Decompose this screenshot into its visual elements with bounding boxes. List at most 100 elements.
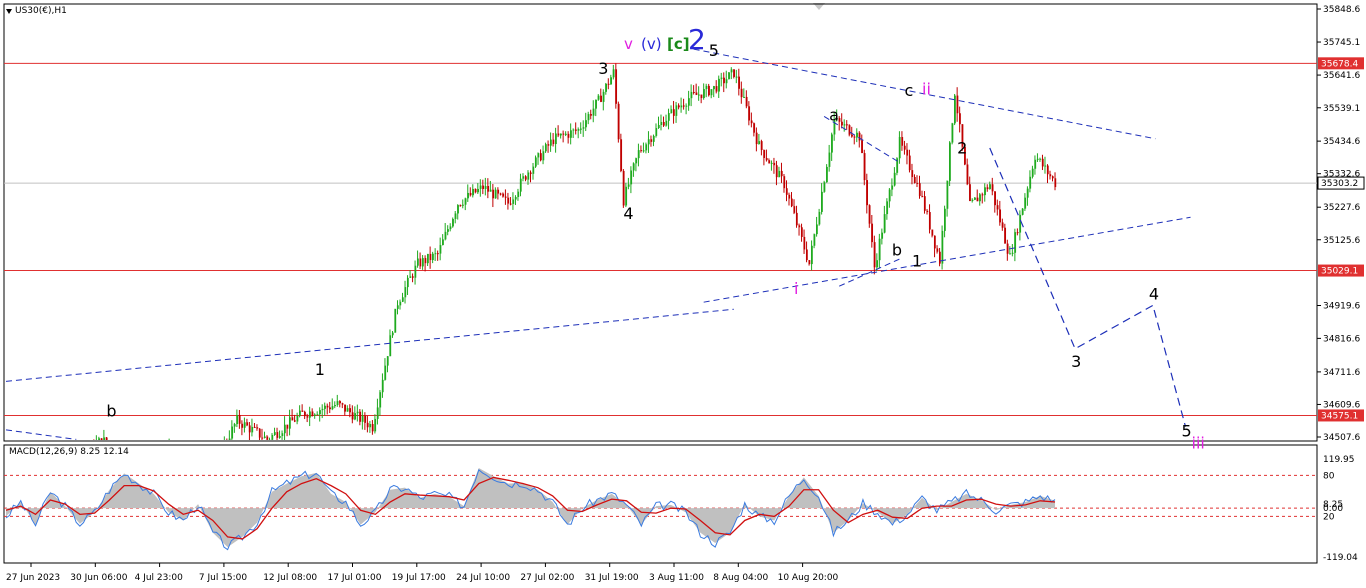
- candle-body: [713, 86, 715, 90]
- candle-body: [542, 151, 545, 161]
- candle-body: [502, 193, 505, 197]
- candle-body: [351, 412, 354, 420]
- candle-body: [371, 424, 374, 432]
- chart-canvas[interactable]: 345iii345abc iii121bv (v) [c]235848.635745.…: [0, 0, 1366, 588]
- candle-body: [427, 253, 429, 264]
- candle-body: [560, 133, 562, 136]
- candle-body: [20, 467, 22, 472]
- candle-body: [735, 76, 738, 78]
- wave-label-2: 5: [709, 41, 719, 60]
- candle-body: [316, 414, 319, 416]
- candle-body: [748, 106, 751, 121]
- candle-body: [770, 162, 773, 164]
- candle-body: [151, 455, 153, 460]
- candle-body: [58, 463, 60, 470]
- price-tick-11: 34609.6: [1323, 400, 1360, 410]
- candle-body: [805, 249, 808, 261]
- candle-body: [204, 469, 206, 479]
- candle-body: [888, 189, 891, 202]
- candle-body: [376, 407, 379, 419]
- price-tick-1: 35745.1: [1323, 38, 1360, 48]
- candle-body: [562, 133, 565, 135]
- candle-body: [585, 120, 587, 128]
- candle-body: [329, 407, 331, 410]
- candle-body: [306, 416, 309, 418]
- candle-body: [251, 426, 254, 433]
- candle-body: [283, 424, 286, 434]
- candle-body: [893, 172, 896, 186]
- top-label-2: [c]: [667, 35, 690, 53]
- candle-body: [146, 461, 148, 462]
- candle-body: [189, 458, 191, 465]
- candle-body: [552, 139, 555, 145]
- candle-body: [617, 103, 620, 140]
- candle-body: [381, 379, 384, 393]
- candle-body: [216, 454, 218, 463]
- candle-body: [949, 142, 951, 181]
- candle-body: [883, 214, 886, 233]
- candle-body: [263, 436, 266, 438]
- candle-body: [723, 77, 725, 84]
- time-tick-3: 7 Jul 15:00: [199, 573, 248, 583]
- candle-body: [271, 434, 274, 440]
- main-panel-frame: [3, 3, 1318, 442]
- price-tick-7: 35125.6: [1323, 236, 1360, 246]
- time-tick-1: 30 Jun 06:00: [70, 573, 127, 583]
- candle-body: [389, 335, 392, 357]
- candle-body: [38, 457, 40, 458]
- candle-body: [429, 253, 432, 261]
- candle-body: [979, 194, 981, 202]
- candle-body: [926, 210, 929, 213]
- candle-body: [705, 85, 708, 90]
- candle-body: [1046, 165, 1049, 175]
- candle-body: [580, 128, 582, 130]
- candle-body: [364, 415, 367, 423]
- candle-body: [444, 231, 447, 240]
- candle-body: [823, 182, 826, 192]
- candle-body: [5, 478, 7, 479]
- time-tick-2: 4 Jul 23:00: [135, 573, 184, 583]
- candle-body: [354, 413, 357, 420]
- candle-body: [1031, 168, 1034, 177]
- candle-body: [891, 185, 894, 190]
- candle-body: [981, 194, 984, 196]
- candle-body: [276, 432, 279, 438]
- candle-body: [326, 405, 329, 408]
- candle-body: [416, 258, 419, 266]
- candle-body: [969, 184, 971, 202]
- candle-body: [710, 89, 713, 96]
- candle-body: [647, 139, 650, 145]
- candle-body: [690, 91, 693, 99]
- candle-body: [299, 410, 301, 417]
- candle-body: [873, 242, 876, 268]
- candle-body: [632, 163, 635, 171]
- candle-body: [1021, 208, 1024, 215]
- candle-body: [143, 462, 145, 467]
- candle-body: [1036, 158, 1039, 160]
- candle-body: [221, 449, 223, 454]
- candle-body: [356, 411, 359, 414]
- candle-body: [931, 229, 934, 236]
- candle-body: [821, 191, 823, 212]
- candle-body: [688, 98, 690, 106]
- candle-body: [196, 470, 198, 471]
- candle-body: [479, 185, 482, 189]
- candle-body: [118, 449, 120, 457]
- candle-body: [273, 432, 276, 435]
- candle-body: [999, 209, 1002, 223]
- candle-body: [166, 453, 168, 456]
- candle-body: [241, 423, 244, 428]
- candle-body: [331, 406, 334, 410]
- candle-body: [153, 451, 155, 454]
- candle-body: [572, 129, 575, 131]
- candle-body: [906, 149, 909, 156]
- candle-body: [346, 408, 349, 412]
- candle-body: [477, 188, 480, 193]
- candle-body: [941, 230, 944, 264]
- candle-body: [615, 69, 618, 104]
- candle-body: [773, 162, 776, 166]
- candle-body: [635, 158, 638, 164]
- candle-body: [176, 448, 178, 451]
- candle-body: [141, 459, 143, 467]
- candle-body: [467, 192, 469, 199]
